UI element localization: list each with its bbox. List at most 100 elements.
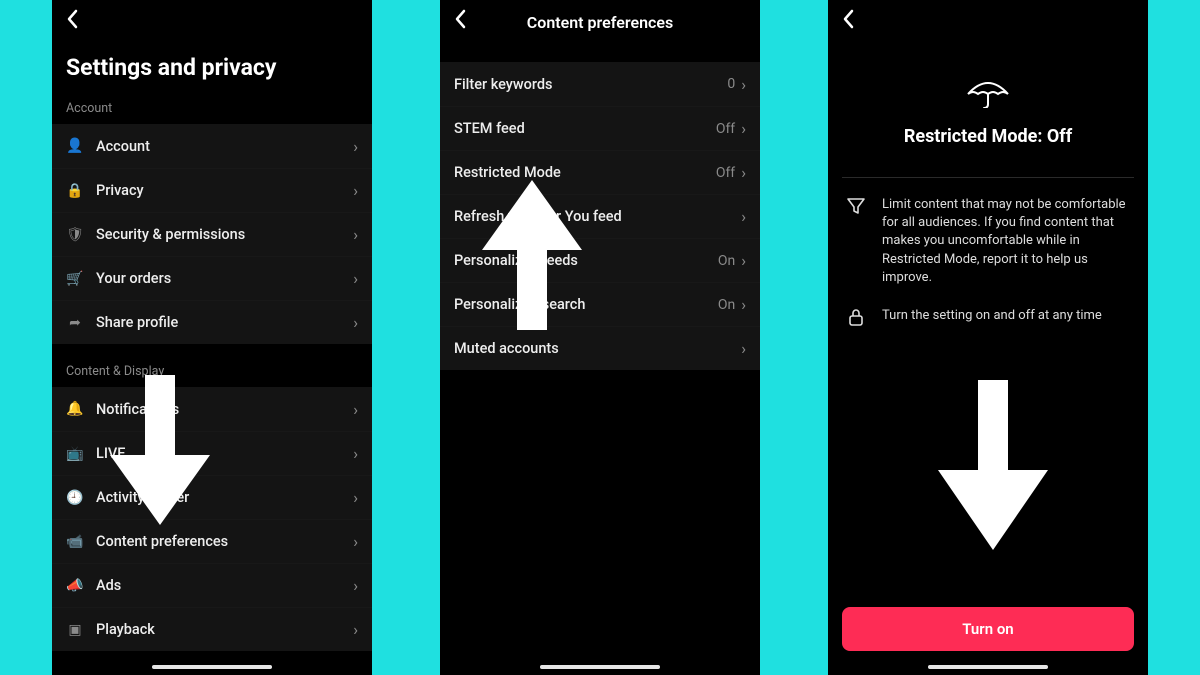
umbrella-icon — [966, 78, 1010, 126]
chevron-right-icon: › — [741, 207, 746, 226]
mode-title: Restricted Mode: Off — [904, 126, 1072, 167]
section-label-content: Content & Display — [52, 358, 372, 387]
row-label: Content preferences — [96, 533, 353, 550]
row-live[interactable]: 📺 LIVE › — [52, 431, 372, 475]
row-muted-accounts[interactable]: Muted accounts › — [440, 326, 760, 370]
row-value: On — [718, 253, 735, 269]
filter-icon — [846, 196, 868, 220]
chevron-right-icon: › — [353, 532, 358, 551]
person-icon: 👤 — [66, 138, 84, 154]
info-text: Turn the setting on and off at any time — [882, 307, 1102, 325]
turn-on-button[interactable]: Turn on — [842, 607, 1134, 651]
row-label: LIVE — [96, 445, 353, 462]
chevron-right-icon: › — [741, 251, 746, 270]
camera-icon: 📹 — [66, 534, 84, 550]
info-row-toggle: Turn the setting on and off at any time — [828, 301, 1148, 345]
row-value: On — [718, 297, 735, 313]
chevron-right-icon: › — [353, 225, 358, 244]
info-row-limit: Limit content that may not be comfortabl… — [828, 190, 1148, 301]
topbar — [52, 0, 372, 44]
chevron-right-icon: › — [353, 137, 358, 156]
home-indicator[interactable] — [928, 665, 1048, 669]
screen-settings: Settings and privacy Account 👤 Account ›… — [52, 0, 372, 675]
bell-icon: 🔔 — [66, 401, 84, 417]
row-label: Muted accounts — [454, 340, 741, 357]
row-value: 0 — [727, 76, 735, 92]
tv-icon: 📺 — [66, 446, 84, 462]
row-label: Playback — [96, 621, 353, 638]
row-label: Notifications — [96, 401, 353, 418]
row-label: Ads — [96, 577, 353, 594]
chevron-right-icon: › — [353, 576, 358, 595]
row-label: Share profile — [96, 314, 353, 331]
chevron-right-icon: › — [353, 181, 358, 200]
row-value: Off — [716, 165, 735, 181]
row-notifications[interactable]: 🔔 Notifications › — [52, 387, 372, 431]
lock-icon: 🔒 — [66, 183, 84, 199]
chevron-right-icon: › — [741, 75, 746, 94]
screen-content-preferences: Content preferences Filter keywords 0 › … — [440, 0, 760, 675]
row-label: Personalized feeds — [454, 252, 718, 269]
shield-icon: 🛡 — [66, 227, 84, 243]
row-playback[interactable]: ▣ Playback › — [52, 607, 372, 651]
row-label: Personalized search — [454, 296, 718, 313]
row-share-profile[interactable]: ➦ Share profile › — [52, 300, 372, 344]
row-restricted-mode[interactable]: Restricted Mode Off › — [440, 150, 760, 194]
row-filter-keywords[interactable]: Filter keywords 0 › — [440, 62, 760, 106]
row-content-preferences[interactable]: 📹 Content preferences › — [52, 519, 372, 563]
chevron-right-icon: › — [741, 295, 746, 314]
row-label: Privacy — [96, 182, 353, 199]
topbar — [828, 0, 1148, 44]
chevron-right-icon: › — [353, 620, 358, 639]
lock-icon — [846, 307, 868, 331]
row-security[interactable]: 🛡 Security & permissions › — [52, 212, 372, 256]
row-activity[interactable]: 🕘 Activity center › — [52, 475, 372, 519]
play-icon: ▣ — [66, 622, 84, 638]
divider — [842, 177, 1134, 178]
chevron-right-icon: › — [741, 163, 746, 182]
chevron-right-icon: › — [353, 269, 358, 288]
row-stem-feed[interactable]: STEM feed Off › — [440, 106, 760, 150]
section-label-account: Account — [52, 95, 372, 124]
row-orders[interactable]: 🛒 Your orders › — [52, 256, 372, 300]
row-label: Security & permissions — [96, 226, 353, 243]
list-preferences: Filter keywords 0 › STEM feed Off › Rest… — [440, 62, 760, 370]
row-label: Account — [96, 138, 353, 155]
chevron-right-icon: › — [741, 119, 746, 138]
row-label: Refresh your For You feed — [454, 208, 741, 225]
row-ads[interactable]: 📣 Ads › — [52, 563, 372, 607]
chevron-right-icon: › — [353, 400, 358, 419]
clock-icon: 🕘 — [66, 490, 84, 506]
row-label: Restricted Mode — [454, 164, 716, 181]
page-title: Settings and privacy — [52, 44, 372, 95]
back-button[interactable] — [842, 9, 854, 35]
row-refresh-fyp[interactable]: Refresh your For You feed › — [440, 194, 760, 238]
chevron-right-icon: › — [353, 488, 358, 507]
share-icon: ➦ — [66, 315, 84, 331]
list-account: 👤 Account › 🔒 Privacy › 🛡 Security & per… — [52, 124, 372, 344]
back-button[interactable] — [454, 9, 466, 35]
home-indicator[interactable] — [152, 665, 272, 669]
row-value: Off — [716, 121, 735, 137]
list-content-display: 🔔 Notifications › 📺 LIVE › 🕘 Activity ce… — [52, 387, 372, 651]
header-title: Content preferences — [440, 13, 760, 32]
home-indicator[interactable] — [540, 665, 660, 669]
chevron-right-icon: › — [353, 444, 358, 463]
arrow-down-overlay — [938, 380, 1048, 550]
row-label: Your orders — [96, 270, 353, 287]
megaphone-icon: 📣 — [66, 578, 84, 594]
row-label: Filter keywords — [454, 76, 727, 93]
row-personalized-feeds[interactable]: Personalized feeds On › — [440, 238, 760, 282]
hero: Restricted Mode: Off — [828, 44, 1148, 177]
row-label: STEM feed — [454, 120, 716, 137]
row-label: Activity center — [96, 489, 353, 506]
row-privacy[interactable]: 🔒 Privacy › — [52, 168, 372, 212]
back-button[interactable] — [66, 9, 78, 35]
screen-restricted-mode: Restricted Mode: Off Limit content that … — [828, 0, 1148, 675]
info-text: Limit content that may not be comfortabl… — [882, 196, 1130, 287]
chevron-right-icon: › — [741, 339, 746, 358]
topbar: Content preferences — [440, 0, 760, 44]
row-personalized-search[interactable]: Personalized search On › — [440, 282, 760, 326]
row-account[interactable]: 👤 Account › — [52, 124, 372, 168]
chevron-right-icon: › — [353, 313, 358, 332]
